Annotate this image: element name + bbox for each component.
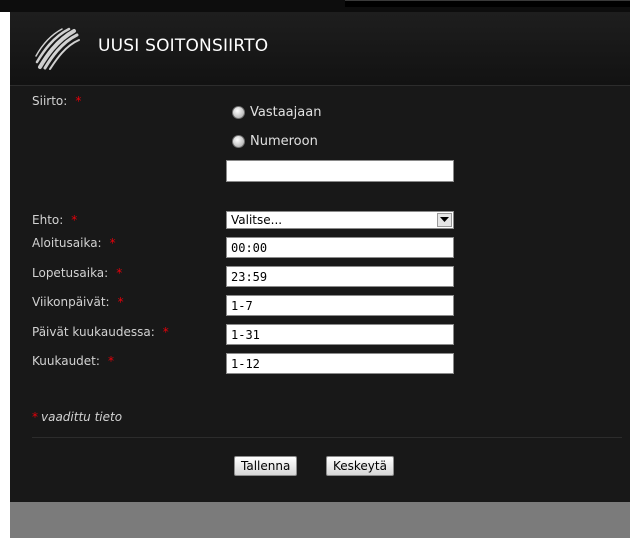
end-time-label: Lopetusaika: *: [32, 266, 123, 280]
dialog-footer: [10, 502, 630, 538]
months-label: Kuukaudet: *: [32, 354, 114, 368]
month-days-label: Päivät kuukaudessa: *: [32, 325, 169, 339]
condition-select-value: Valitse...: [231, 213, 283, 227]
end-time-input[interactable]: 23:59: [226, 266, 454, 287]
chevron-down-icon[interactable]: [437, 213, 452, 227]
striped-wave-logo-icon: [35, 27, 80, 70]
dialog-title: UUSI SOITONSIIRTO: [98, 36, 269, 56]
dialog-header: UUSI SOITONSIIRTO: [10, 12, 630, 86]
start-time-label: Aloitusaika: *: [32, 236, 116, 250]
month-days-input[interactable]: 1-31: [226, 324, 454, 345]
condition-label: Ehto: *: [32, 213, 78, 227]
required-field-note: * vaadittu tieto: [32, 410, 123, 424]
transfer-label: Siirto: *: [32, 94, 82, 108]
start-time-input[interactable]: 00:00: [226, 237, 454, 258]
save-button[interactable]: Tallenna: [234, 456, 298, 476]
radio-button-icon[interactable]: [232, 135, 245, 148]
cancel-button[interactable]: Keskeytä: [326, 456, 394, 476]
divider: [32, 437, 622, 438]
condition-select[interactable]: Valitse...: [226, 211, 454, 229]
weekdays-input[interactable]: 1-7: [226, 295, 454, 316]
radio-number[interactable]: Numeroon: [232, 134, 318, 149]
forward-number-input[interactable]: [226, 160, 454, 182]
radio-voicemail-label: Vastaajaan: [250, 105, 322, 120]
call-forward-dialog: UUSI SOITONSIIRTO Siirto: * Vastaajaan Nu…: [10, 12, 630, 538]
weekdays-label: Viikonpäivät: *: [32, 295, 124, 309]
radio-voicemail[interactable]: Vastaajaan: [232, 105, 321, 120]
top-tab-strip: [345, 0, 630, 7]
radio-number-label: Numeroon: [250, 134, 318, 149]
top-bar: [0, 0, 630, 12]
radio-button-icon[interactable]: [232, 106, 245, 119]
months-input[interactable]: 1-12: [226, 353, 454, 374]
